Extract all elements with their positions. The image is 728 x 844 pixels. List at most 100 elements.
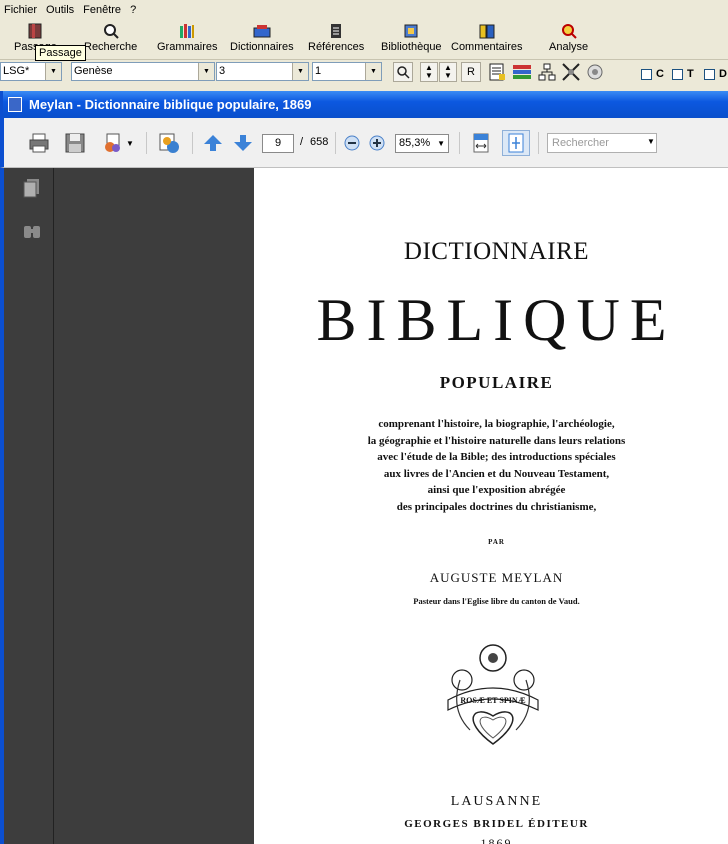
menu-outils[interactable]: Outils <box>46 4 74 16</box>
book-icon <box>26 23 44 39</box>
book-select[interactable]: Genèse ▼ <box>71 62 215 81</box>
next-page-button[interactable] <box>231 130 255 156</box>
chevron-down-icon: ▼ <box>198 63 214 80</box>
doc-description: comprenant l'histoire, la biographie, l'… <box>367 418 626 513</box>
zoom-out-button[interactable] <box>342 130 362 156</box>
bibliotheque-button[interactable]: Bibliothèque <box>381 23 442 59</box>
zoom-level-input[interactable]: 85,3% ▼ <box>395 134 449 153</box>
print-button[interactable] <box>26 130 52 156</box>
zoom-in-icon <box>369 135 385 151</box>
checkbox-c[interactable] <box>641 69 652 80</box>
chevron-down-icon: ▼ <box>292 63 308 80</box>
zoom-out-icon <box>344 135 360 151</box>
navigation-bar: LSG* ▼ Genèse ▼ 3 ▼ 1 ▼ ▲ ▼ ▲ ▼ R C T D <box>0 61 728 87</box>
speaker-icon <box>587 64 603 80</box>
doc-title-populaire: POPULAIRE <box>439 373 554 392</box>
analyse-button[interactable]: Analyse <box>549 23 588 59</box>
book-icon <box>8 97 22 112</box>
doc-year: 1869 <box>480 836 513 844</box>
zoom-in-button[interactable] <box>367 130 387 156</box>
collaborate-icon <box>159 133 179 153</box>
spin-down-icon: ▼ <box>444 71 452 80</box>
save-button[interactable] <box>62 130 88 156</box>
checkbox-t[interactable] <box>672 69 683 80</box>
menu-fenetre[interactable]: Fenêtre <box>83 4 121 16</box>
toolbar-separator <box>538 132 539 154</box>
binoculars-icon <box>24 226 40 238</box>
navigation-panel <box>0 168 54 844</box>
version-select[interactable]: LSG* ▼ <box>0 62 62 81</box>
network-button[interactable] <box>561 62 581 82</box>
references-button[interactable]: Références <box>308 23 364 59</box>
text-view-button[interactable] <box>487 62 507 82</box>
menu-help[interactable]: ? <box>130 4 136 16</box>
collaborate-button[interactable] <box>154 130 184 156</box>
previous-page-button[interactable] <box>201 130 225 156</box>
search-verse-button[interactable] <box>393 62 413 82</box>
toolbar-separator <box>459 132 460 154</box>
chevron-down-icon: ▼ <box>437 139 445 148</box>
commentary-icon <box>478 23 496 39</box>
chevron-down-icon: ▼ <box>45 63 61 80</box>
recherche-button[interactable]: Recherche <box>84 23 137 59</box>
doc-city: LAUSANNE <box>450 794 543 809</box>
pages-panel-button[interactable] <box>22 178 40 201</box>
dictionary-icon <box>253 23 271 39</box>
tree-button[interactable] <box>537 62 557 82</box>
main-toolbar: Passage Recherche Grammaires Dictionnair… <box>0 20 728 60</box>
audio-button[interactable] <box>585 62 605 82</box>
chevron-down-icon[interactable]: ▼ <box>647 137 655 146</box>
library-icon <box>402 23 420 39</box>
doc-author: AUGUSTE MEYLAN <box>429 570 564 585</box>
prev-next-verse-button[interactable]: ▲ ▼ <box>439 62 457 82</box>
document-view[interactable]: DICTIONNAIRE BIBLIQUE POPULAIRE comprena… <box>54 168 728 844</box>
dictionnaires-button[interactable]: Dictionnaires <box>230 23 294 59</box>
pdf-toolbar: ▼ 9 / 658 85,3% ▼ Rechercher ▼ <box>0 118 728 168</box>
window-title-bar[interactable]: Meylan - Dictionnaire biblique populaire… <box>0 91 728 118</box>
tree-icon <box>538 63 556 81</box>
doc-author-role: Pasteur dans l'Eglise libre du canton de… <box>413 596 580 606</box>
fit-page-button[interactable] <box>502 130 530 156</box>
grammaires-button[interactable]: Grammaires <box>157 23 218 59</box>
network-icon <box>562 63 580 81</box>
search-input[interactable]: Rechercher <box>547 133 657 153</box>
books-icon <box>178 23 196 39</box>
toolbar-separator <box>335 132 336 154</box>
emblem-motto: ROSÆ ET SPINÆ <box>460 696 525 705</box>
fit-width-button[interactable] <box>468 130 494 156</box>
books-stack-button[interactable] <box>512 62 532 82</box>
arrow-up-icon <box>204 135 222 151</box>
fit-width-icon <box>473 133 489 153</box>
checkbox-t-label: T <box>687 68 694 80</box>
scroll-icon <box>327 23 345 39</box>
document-share-icon <box>105 133 121 152</box>
floppy-disk-icon <box>65 133 85 153</box>
toolbar-separator <box>192 132 193 154</box>
page-total: 658 <box>310 136 329 148</box>
menu-fichier[interactable]: Fichier <box>4 4 37 16</box>
checkbox-c-label: C <box>656 68 664 80</box>
verse-select[interactable]: 1 ▼ <box>312 62 382 81</box>
chevron-down-icon: ▼ <box>126 138 134 148</box>
commentaires-button[interactable]: Commentaires <box>451 23 523 59</box>
checkbox-d-label: D <box>719 68 727 80</box>
magnifier-icon <box>397 66 410 79</box>
r-button[interactable]: R <box>461 62 481 82</box>
menu-bar: Fichier Outils Fenêtre ? <box>0 0 728 20</box>
window-title: Meylan - Dictionnaire biblique populaire… <box>29 97 312 112</box>
doc-par: PAR <box>488 538 505 546</box>
pdf-page: DICTIONNAIRE BIBLIQUE POPULAIRE comprena… <box>254 168 728 844</box>
doc-title-dictionnaire: DICTIONNAIRE <box>403 238 590 265</box>
prev-next-chapter-button[interactable]: ▲ ▼ <box>420 62 438 82</box>
checkbox-d[interactable] <box>704 69 715 80</box>
analyze-icon <box>560 23 578 39</box>
chapter-select[interactable]: 3 ▼ <box>216 62 309 81</box>
doc-title-biblique: BIBLIQUE <box>316 287 677 353</box>
books-stack-icon <box>513 65 531 79</box>
document-icon <box>489 63 505 81</box>
toolbar-separator <box>146 132 147 154</box>
attachments-panel-button[interactable] <box>22 222 42 243</box>
spin-down-icon: ▼ <box>425 71 433 80</box>
share-button[interactable]: ▼ <box>98 130 138 156</box>
page-number-input[interactable]: 9 <box>262 134 294 153</box>
